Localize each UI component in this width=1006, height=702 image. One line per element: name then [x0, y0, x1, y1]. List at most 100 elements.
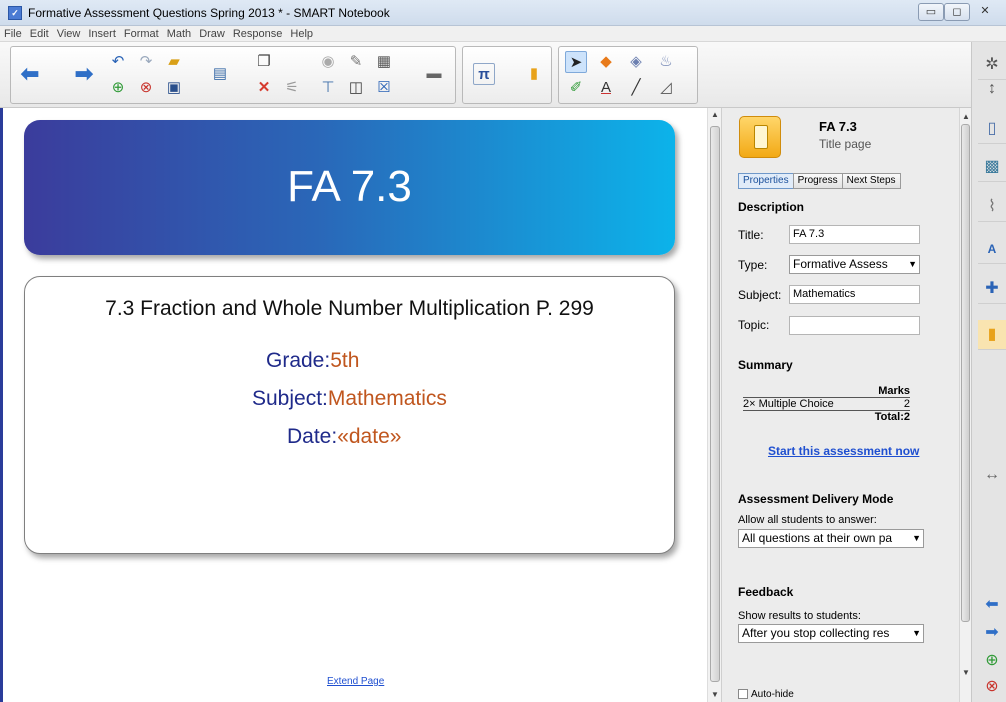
insert-table-icon[interactable]: ▦ [373, 51, 395, 73]
autohide-toggle[interactable]: Auto-hide [738, 689, 794, 700]
delivery-value: All questions at their own pa [742, 531, 893, 545]
menu-file[interactable]: File [0, 26, 26, 42]
menu-math[interactable]: Math [163, 26, 195, 42]
close-view-icon[interactable]: ☒ [373, 77, 395, 99]
menu-draw[interactable]: Draw [195, 26, 229, 42]
pens-tool-icon[interactable]: ✐ [565, 77, 587, 99]
full-screen-icon[interactable]: ◫ [345, 77, 367, 99]
delivery-dropdown[interactable]: All questions at their own pa ▼ [738, 529, 924, 548]
eraser-icon[interactable]: ◿ [655, 77, 677, 99]
canvas-scroll-thumb[interactable] [710, 126, 720, 682]
summary-table: Marks 2× Multiple Choice 2 Total:2 [743, 385, 910, 424]
feedback-prompt: Show results to students: [738, 610, 861, 622]
attachments-icon[interactable]: ⌇ [978, 192, 1006, 222]
delete-page-icon[interactable]: ⊗ [135, 77, 157, 99]
subject-label: Subject: [738, 288, 782, 302]
delivery-prompt: Allow all students to answer: [738, 514, 877, 526]
addons-puzzle-icon[interactable]: ✚ [978, 274, 1006, 304]
back-arrow-icon[interactable]: ⬅ [19, 63, 41, 85]
scroll-down-icon[interactable]: ▼ [961, 668, 971, 677]
type-value: Formative Assess [793, 257, 888, 271]
save-icon[interactable]: ▣ [163, 77, 185, 99]
shapes-tool-icon[interactable]: ◆ [595, 51, 617, 73]
autohide-checkbox[interactable] [738, 689, 748, 700]
response-icon[interactable]: ▮ [523, 63, 545, 85]
move-sidebar-icon[interactable]: ↕ [978, 74, 1006, 104]
topic-field[interactable] [789, 316, 920, 335]
info-card[interactable]: 7.3 Fraction and Whole Number Multiplica… [24, 276, 675, 554]
grade-value: 5th [330, 349, 360, 372]
feedback-heading: Feedback [738, 585, 794, 599]
scroll-down-icon[interactable]: ▼ [710, 690, 720, 699]
text-tool-icon[interactable]: A [595, 77, 617, 99]
properties-panel: FA 7.3 Title page Properties Progress Next… [721, 108, 959, 702]
shape-recognition-icon[interactable]: ◉ [317, 51, 339, 73]
menu-edit[interactable]: Edit [26, 26, 53, 42]
menu-help[interactable]: Help [286, 26, 317, 42]
extend-page-link[interactable]: Extend Page [327, 676, 384, 687]
canvas-scrollbar[interactable]: ▲ ▼ [707, 108, 721, 702]
marks-header: Marks [878, 385, 910, 397]
open-folder-icon[interactable]: ▰ [163, 51, 185, 73]
tab-properties[interactable]: Properties [738, 173, 794, 189]
menu-bar: File Edit View Insert Format Math Draw Response… [0, 26, 1006, 42]
fill-tool-icon[interactable]: ♨ [655, 51, 677, 73]
summary-heading: Summary [738, 358, 793, 372]
panel-scroll-thumb[interactable] [961, 124, 970, 622]
side-forward-arrow-icon[interactable]: ➡ [978, 618, 1006, 648]
toolbar-group-main: ⬅ ➡ ↶ ↷ ▰ ⊕ ⊗ ▣ ▤ ❐ ✕ ⚟ ◉ ✎ ▦ ⊤ ◫ ☒ ▬ [10, 46, 456, 104]
math-tools-icon[interactable]: π [473, 63, 495, 85]
autohide-label: Auto-hide [751, 689, 794, 700]
page-sorter-icon[interactable]: ▯ [978, 114, 1006, 144]
menu-response[interactable]: Response [229, 26, 287, 42]
forward-arrow-icon[interactable]: ➡ [73, 63, 95, 85]
resize-handle-icon[interactable]: ↔ [978, 460, 1006, 490]
type-dropdown[interactable]: Formative Assess ▼ [789, 255, 920, 274]
properties-icon[interactable]: A [978, 234, 1006, 264]
title-field[interactable]: FA 7.3 [789, 225, 920, 244]
panel-scrollbar[interactable]: ▲ ▼ [959, 108, 971, 702]
select-tool-icon[interactable]: ➤ [565, 51, 587, 73]
response-device-icon [739, 116, 781, 158]
magic-pen-icon[interactable]: ✎ [345, 51, 367, 73]
start-assessment-link[interactable]: Start this assessment now [768, 444, 919, 458]
close-button[interactable]: ✕ [972, 3, 998, 21]
description-heading: Description [738, 200, 805, 214]
menu-view[interactable]: View [53, 26, 85, 42]
scroll-up-icon[interactable]: ▲ [961, 112, 971, 121]
minimize-button[interactable]: ▭ [918, 3, 944, 21]
title-banner[interactable]: FA 7.3 [24, 120, 675, 255]
redo-icon[interactable]: ↷ [135, 51, 157, 73]
response-tab-icon[interactable]: ▮ [978, 320, 1006, 350]
feedback-dropdown[interactable]: After you stop collecting res ▼ [738, 624, 924, 643]
delete-icon[interactable]: ✕ [253, 77, 275, 99]
tab-next-steps[interactable]: Next Steps [841, 173, 901, 189]
title-bar: ✓ Formative Assessment Questions Spring … [0, 0, 1006, 26]
eraser-tool-icon[interactable]: ◈ [625, 51, 647, 73]
side-back-arrow-icon[interactable]: ⬅ [978, 590, 1006, 620]
chevron-down-icon: ▼ [908, 259, 917, 269]
paste-icon[interactable]: ❐ [253, 51, 275, 73]
screen-shade-icon[interactable]: ▤ [209, 63, 231, 85]
keyboard-icon[interactable]: ▬ [423, 63, 445, 85]
delivery-heading: Assessment Delivery Mode [738, 492, 894, 506]
date-label: Date: [287, 425, 338, 448]
line-tool-icon[interactable]: ╱ [625, 77, 647, 99]
grade-label: Grade: [266, 349, 331, 372]
tab-progress[interactable]: Progress [792, 173, 843, 189]
clear-ink-icon[interactable]: ⚟ [281, 77, 303, 99]
side-delete-page-icon[interactable]: ⊗ [978, 672, 1006, 702]
add-page-icon[interactable]: ⊕ [107, 77, 129, 99]
grade-line: Grade:5th [266, 349, 359, 373]
maximize-button[interactable]: ◻ [944, 3, 970, 21]
menu-insert[interactable]: Insert [84, 26, 120, 42]
title-label: Title: [738, 228, 764, 242]
document-camera-icon[interactable]: ⊤ [317, 77, 339, 99]
scroll-up-icon[interactable]: ▲ [710, 110, 720, 119]
subject-field[interactable]: Mathematics [789, 285, 920, 304]
gallery-icon[interactable]: ▩ [978, 152, 1006, 182]
topic-label: Topic: [738, 318, 770, 332]
notebook-page-canvas[interactable]: FA 7.3 7.3 Fraction and Whole Number Mul… [0, 108, 707, 702]
undo-icon[interactable]: ↶ [107, 51, 129, 73]
menu-format[interactable]: Format [120, 26, 163, 42]
